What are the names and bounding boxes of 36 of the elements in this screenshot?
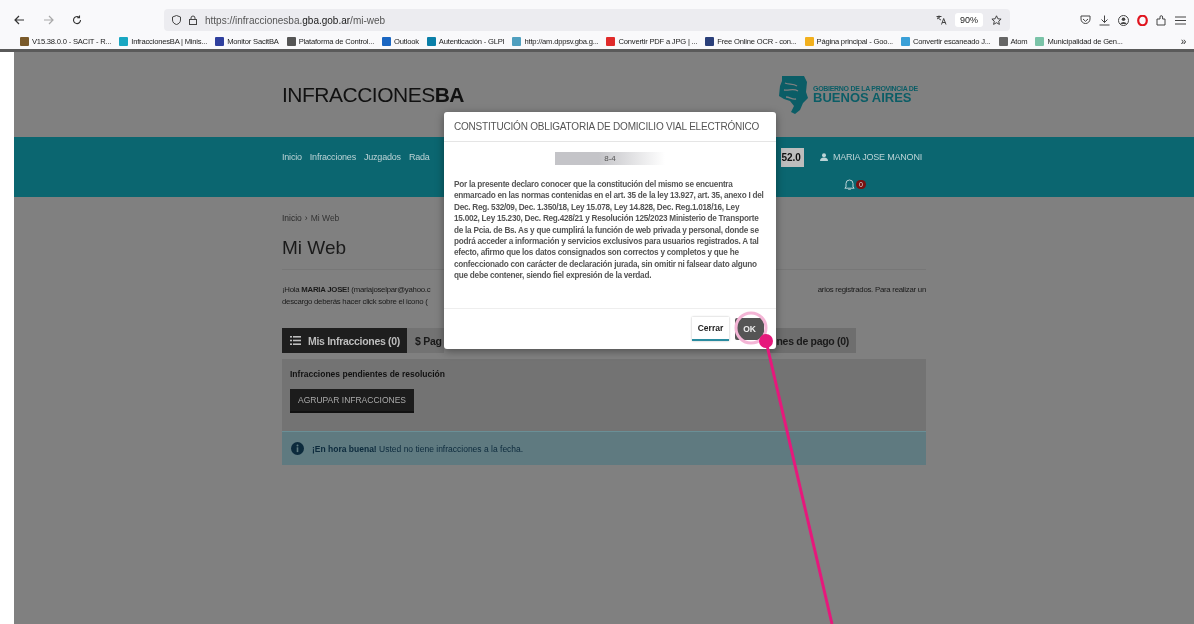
translate-icon[interactable] — [936, 15, 947, 25]
list-icon — [290, 336, 301, 345]
government-title: BUENOS AIRES — [813, 92, 912, 104]
download-icon[interactable] — [1099, 14, 1110, 26]
modal-title: CONSTITUCIÓN OBLIGATORIA DE DOMICILIO VIAL ELECTRÓNICO — [444, 112, 776, 142]
tab[interactable]: Mis Infracciones (0) — [282, 328, 408, 353]
url-text: https://infraccionesba.gba.gob.ar/mi-web — [205, 14, 386, 26]
highlight-circle — [734, 311, 768, 345]
breadcrumb-current: Mi Web — [310, 213, 340, 223]
version-label: 52.0 — [781, 147, 804, 167]
user-menu[interactable]: MARIA JOSE MANONI — [819, 152, 922, 162]
breadcrumb-separator: › — [304, 213, 308, 223]
close-button[interactable]: Cerrar — [691, 317, 730, 341]
province-map-icon — [776, 74, 811, 115]
lock-icon — [189, 15, 197, 25]
star-icon[interactable] — [991, 14, 1002, 26]
nav-link[interactable]: Rada — [408, 152, 430, 162]
panel-heading: Infracciones pendientes de resolución — [290, 369, 446, 379]
user-icon — [819, 153, 828, 161]
zoom-level[interactable]: 90% — [955, 13, 983, 27]
account-icon[interactable] — [1118, 14, 1129, 26]
alert-text: ¡En hora buena! Usted no tiene infracciones a la fecha. — [312, 443, 524, 454]
breadcrumb-link[interactable]: Inicio — [282, 213, 302, 223]
nav-link[interactable]: Infracciones — [309, 152, 356, 162]
tab[interactable]: $ Pag — [407, 328, 444, 353]
bookmarks-overflow-button[interactable]: » — [1180, 35, 1186, 47]
menu-icon[interactable] — [1175, 15, 1186, 25]
shield-icon — [172, 15, 181, 25]
nav-link[interactable]: Juzgados — [363, 152, 401, 162]
nav-link[interactable]: Inicio — [282, 152, 302, 162]
site-logo[interactable]: INFRACCIONESBA — [282, 82, 465, 107]
bell-icon[interactable] — [844, 178, 856, 190]
info-icon — [291, 442, 304, 455]
extensions-icon[interactable] — [1156, 14, 1167, 26]
group-infractions-button[interactable]: AGRUPAR INFRACCIONES — [290, 389, 414, 411]
address-bar[interactable]: https://infraccionesba.gba.gob.ar/mi-web 90% — [164, 9, 1010, 31]
